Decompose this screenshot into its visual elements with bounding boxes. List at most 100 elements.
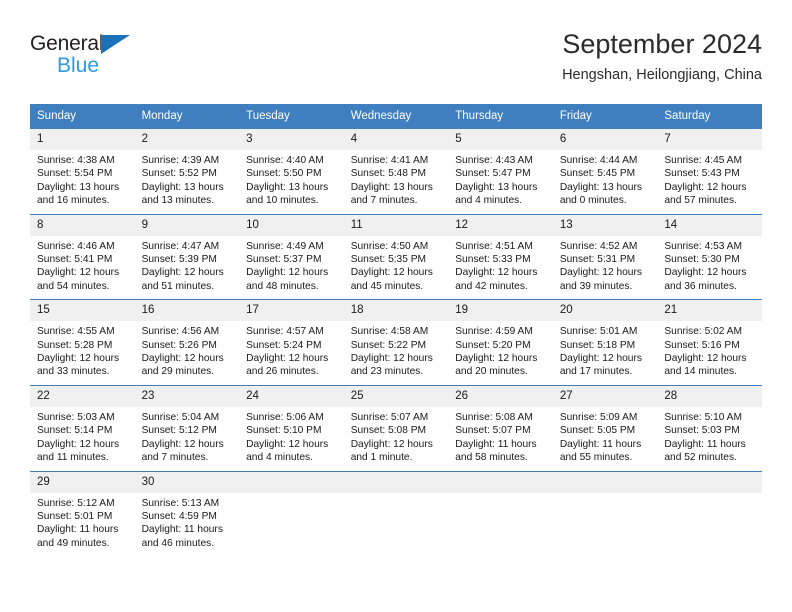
sunset-time: Sunset: 5:18 PM <box>559 339 636 351</box>
day-cell-inner: 19 Sunrise: 4:59 AM Sunset: 5:20 PM Dayligh… <box>448 300 553 385</box>
calendar-day-cell-empty <box>552 470 658 557</box>
calendar-day-cell[interactable]: 21 Sunrise: 5:02 AM Sunset: 5:16 PM Dayligh… <box>657 299 762 386</box>
day-number: 13 <box>552 214 658 236</box>
day-number: 27 <box>552 385 658 407</box>
sunrise-time: Sunrise: 4:55 AM <box>37 326 115 338</box>
calendar-day-cell[interactable]: 3 Sunrise: 4:40 AM Sunset: 5:50 PM Daylight… <box>239 128 344 215</box>
calendar-day-cell[interactable]: 18 Sunrise: 4:58 AM Sunset: 5:22 PM Dayligh… <box>343 299 449 386</box>
day-details: Sunrise: 5:02 AM Sunset: 5:16 PM Daylight:… <box>657 321 762 385</box>
day-details: Sunrise: 4:46 AM Sunset: 5:41 PM Daylight:… <box>30 236 135 300</box>
sunset-time: Sunset: 5:31 PM <box>559 254 636 266</box>
day-details: Sunrise: 4:52 AM Sunset: 5:31 PM Daylight:… <box>553 236 658 300</box>
day-cell-inner: 9 Sunrise: 4:47 AM Sunset: 5:39 PM Daylight… <box>134 214 240 300</box>
calendar-day-cell[interactable]: 9 Sunrise: 4:47 AM Sunset: 5:39 PM Daylight… <box>134 213 240 300</box>
calendar-header-row: Sunday Monday Tuesday Wednesday Thursday Frid… <box>30 104 762 129</box>
calendar-day-cell[interactable]: 30 Sunrise: 5:13 AM Sunset: 4:59 PM Dayligh… <box>134 470 240 557</box>
daylight-duration: Daylight: 12 hours and 39 minutes. <box>559 267 642 292</box>
calendar-day-cell[interactable]: 10 Sunrise: 4:49 AM Sunset: 5:37 PM Dayligh… <box>239 213 344 300</box>
day-number <box>448 471 553 493</box>
day-number: 21 <box>657 300 762 322</box>
calendar-day-cell[interactable]: 2 Sunrise: 4:39 AM Sunset: 5:52 PM Daylight… <box>134 128 240 215</box>
weekday-header-wednesday: Wednesday <box>343 104 449 129</box>
calendar-day-cell[interactable]: 20 Sunrise: 5:01 AM Sunset: 5:18 PM Dayligh… <box>552 299 658 386</box>
day-details: Sunrise: 5:10 AM Sunset: 5:03 PM Daylight:… <box>657 407 762 471</box>
day-cell-inner: 7 Sunrise: 4:45 AM Sunset: 5:43 PM Daylight… <box>657 129 762 214</box>
calendar-day-cell[interactable]: 7 Sunrise: 4:45 AM Sunset: 5:43 PM Daylight… <box>657 128 762 215</box>
calendar-day-cell[interactable]: 14 Sunrise: 4:53 AM Sunset: 5:30 PM Dayligh… <box>657 213 762 300</box>
daylight-duration: Daylight: 12 hours and 54 minutes. <box>37 267 120 292</box>
calendar-day-cell[interactable]: 16 Sunrise: 4:56 AM Sunset: 5:26 PM Dayligh… <box>134 299 240 386</box>
calendar-day-cell[interactable]: 29 Sunrise: 5:12 AM Sunset: 5:01 PM Dayligh… <box>30 470 135 557</box>
day-number: 1 <box>30 129 135 150</box>
day-details: Sunrise: 5:09 AM Sunset: 5:05 PM Daylight:… <box>553 407 658 471</box>
sunset-time: Sunset: 5:16 PM <box>664 339 740 351</box>
day-cell-inner: 15 Sunrise: 4:55 AM Sunset: 5:28 PM Dayligh… <box>30 300 135 385</box>
calendar-day-cell[interactable]: 4 Sunrise: 4:41 AM Sunset: 5:48 PM Daylight… <box>343 128 449 215</box>
day-number <box>239 471 344 493</box>
calendar-day-cell[interactable]: 19 Sunrise: 4:59 AM Sunset: 5:20 PM Dayligh… <box>448 299 553 386</box>
calendar-day-cell[interactable]: 8 Sunrise: 4:46 AM Sunset: 5:41 PM Daylight… <box>30 213 135 300</box>
sunrise-time: Sunrise: 5:10 AM <box>664 411 742 423</box>
sunrise-time: Sunrise: 4:47 AM <box>141 240 220 252</box>
day-details: Sunrise: 4:50 AM Sunset: 5:35 PM Daylight:… <box>344 236 449 300</box>
calendar-day-cell[interactable]: 17 Sunrise: 4:57 AM Sunset: 5:24 PM Dayligh… <box>239 299 344 386</box>
calendar-day-cell[interactable]: 26 Sunrise: 5:08 AM Sunset: 5:07 PM Dayligh… <box>448 384 553 471</box>
day-cell-inner: 24 Sunrise: 5:06 AM Sunset: 5:10 PM Dayligh… <box>239 385 344 471</box>
daylight-duration: Daylight: 13 hours and 16 minutes. <box>37 181 120 207</box>
sunset-time: Sunset: 5:20 PM <box>455 339 531 351</box>
day-cell-inner: 23 Sunrise: 5:04 AM Sunset: 5:12 PM Dayligh… <box>134 385 240 471</box>
daylight-duration: Daylight: 12 hours and 33 minutes. <box>37 353 120 378</box>
calendar-day-cell[interactable]: 1 Sunrise: 4:38 AM Sunset: 5:54 PM Daylight… <box>30 128 135 215</box>
day-details: Sunrise: 4:59 AM Sunset: 5:20 PM Daylight:… <box>448 321 553 385</box>
weekday-header-tuesday: Tuesday <box>239 104 344 129</box>
calendar-day-cell[interactable]: 5 Sunrise: 4:43 AM Sunset: 5:47 PM Daylight… <box>448 128 553 215</box>
calendar-day-cell[interactable]: 12 Sunrise: 4:51 AM Sunset: 5:33 PM Dayligh… <box>448 213 553 300</box>
calendar-day-cell[interactable]: 27 Sunrise: 5:09 AM Sunset: 5:05 PM Dayligh… <box>552 384 658 471</box>
calendar-day-cell[interactable]: 15 Sunrise: 4:55 AM Sunset: 5:28 PM Dayligh… <box>30 299 135 386</box>
day-details: Sunrise: 4:39 AM Sunset: 5:52 PM Daylight:… <box>135 150 240 214</box>
day-cell-inner: 11 Sunrise: 4:50 AM Sunset: 5:35 PM Dayligh… <box>343 214 449 300</box>
day-cell-inner <box>448 471 553 556</box>
day-details: Sunrise: 5:06 AM Sunset: 5:10 PM Daylight:… <box>239 407 344 471</box>
day-number: 24 <box>239 385 344 407</box>
sunrise-time: Sunrise: 5:12 AM <box>37 497 115 509</box>
calendar-day-cell[interactable]: 28 Sunrise: 5:10 AM Sunset: 5:03 PM Dayligh… <box>657 384 762 471</box>
calendar-day-cell[interactable]: 6 Sunrise: 4:44 AM Sunset: 5:45 PM Daylight… <box>552 128 658 215</box>
logo-text-general: General <box>30 32 104 55</box>
calendar-day-cell-empty <box>239 470 344 557</box>
daylight-duration: Daylight: 13 hours and 10 minutes. <box>246 181 329 207</box>
calendar-day-cell[interactable]: 24 Sunrise: 5:06 AM Sunset: 5:10 PM Dayligh… <box>239 384 344 471</box>
calendar-day-cell[interactable]: 23 Sunrise: 5:04 AM Sunset: 5:12 PM Dayligh… <box>134 384 240 471</box>
sunrise-time: Sunrise: 4:44 AM <box>559 155 638 166</box>
day-number: 18 <box>343 300 449 322</box>
location-subtitle: Hengshan, Heilongjiang, China <box>562 67 762 83</box>
sunset-time: Sunset: 5:37 PM <box>246 254 322 266</box>
sunset-time: Sunset: 5:22 PM <box>350 339 427 351</box>
weekday-header-row: Sunday Monday Tuesday Wednesday Thursday Frid… <box>30 104 762 129</box>
sunset-time: Sunset: 5:30 PM <box>664 254 740 266</box>
sunrise-time: Sunrise: 4:50 AM <box>350 240 429 252</box>
day-number: 6 <box>552 129 658 150</box>
day-number: 17 <box>239 300 344 322</box>
calendar-day-cell[interactable]: 11 Sunrise: 4:50 AM Sunset: 5:35 PM Dayligh… <box>343 213 449 300</box>
calendar-day-cell[interactable]: 13 Sunrise: 4:52 AM Sunset: 5:31 PM Dayligh… <box>552 213 658 300</box>
day-cell-inner: 26 Sunrise: 5:08 AM Sunset: 5:07 PM Dayligh… <box>448 385 553 471</box>
day-cell-inner <box>552 471 658 556</box>
daylight-duration: Daylight: 12 hours and 26 minutes. <box>246 353 329 378</box>
daylight-duration: Daylight: 12 hours and 51 minutes. <box>141 267 224 292</box>
daylight-duration: Daylight: 12 hours and 1 minute. <box>350 438 433 464</box>
sunrise-time: Sunrise: 5:04 AM <box>141 411 220 423</box>
calendar-day-cell[interactable]: 22 Sunrise: 5:03 AM Sunset: 5:14 PM Dayligh… <box>30 384 135 471</box>
day-number: 5 <box>448 129 553 150</box>
day-cell-inner: 29 Sunrise: 5:12 AM Sunset: 5:01 PM Dayligh… <box>30 471 135 557</box>
calendar-day-cell[interactable]: 25 Sunrise: 5:07 AM Sunset: 5:08 PM Dayligh… <box>343 384 449 471</box>
sunset-time: Sunset: 5:43 PM <box>664 168 740 180</box>
day-cell-inner <box>239 471 344 556</box>
day-details: Sunrise: 5:12 AM Sunset: 5:01 PM Daylight:… <box>30 493 135 557</box>
day-number: 3 <box>239 129 344 150</box>
day-cell-inner: 20 Sunrise: 5:01 AM Sunset: 5:18 PM Dayligh… <box>552 300 658 385</box>
day-details: Sunrise: 5:04 AM Sunset: 5:12 PM Daylight:… <box>135 407 240 471</box>
sunset-time: Sunset: 5:08 PM <box>350 425 427 437</box>
sunset-time: Sunset: 5:01 PM <box>37 510 113 522</box>
day-details: Sunrise: 4:44 AM Sunset: 5:45 PM Daylight:… <box>553 150 658 214</box>
